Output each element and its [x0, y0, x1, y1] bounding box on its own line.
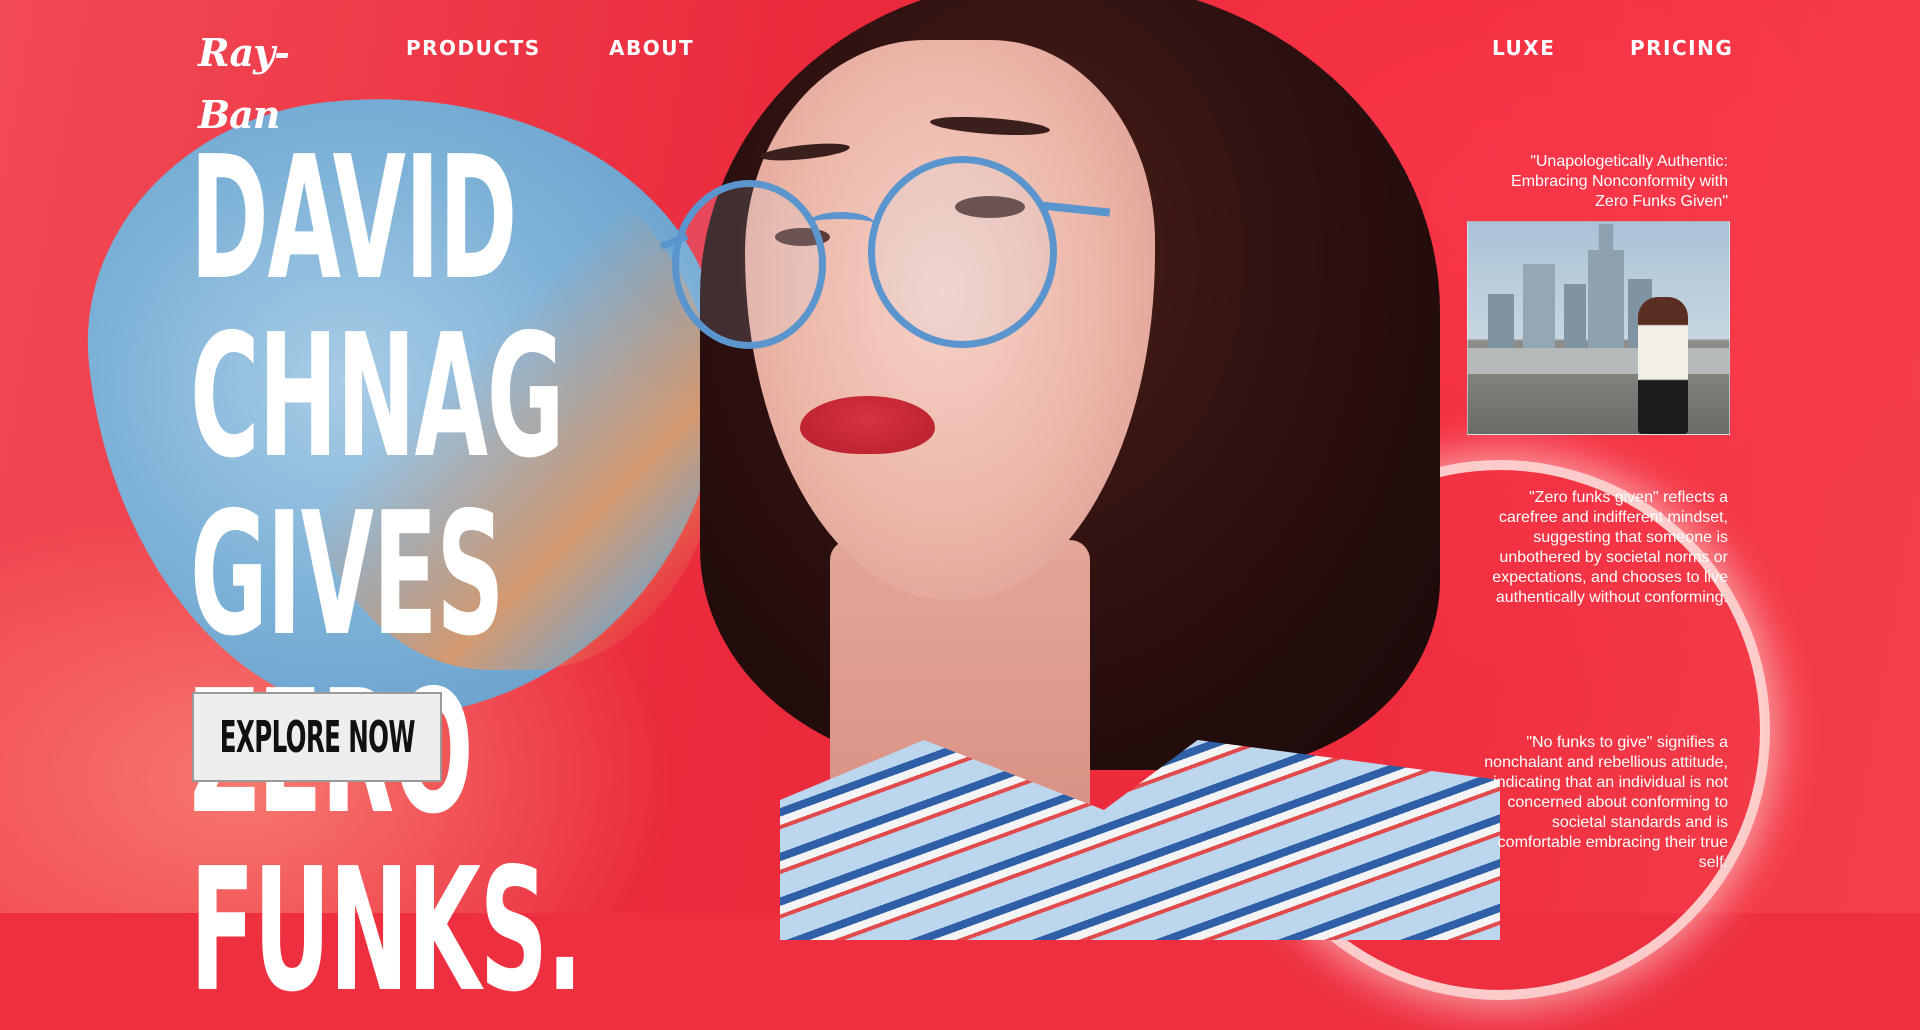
glasses-lens-left [672, 180, 826, 349]
side-paragraph-2: "No funks to give" signifies a nonchalan… [1484, 734, 1728, 871]
photo-person [1638, 297, 1688, 434]
side-quote: "Unapologetically Authentic: Embracing N… [1511, 153, 1728, 210]
explore-now-label: EXPLORE NOW [219, 711, 415, 763]
glasses-lens-right [868, 156, 1057, 348]
city-rooftop-photo [1467, 221, 1730, 435]
nav-link-pricing[interactable]: PRICING [1630, 36, 1733, 60]
building [1523, 264, 1555, 354]
model-striped-shirt [780, 740, 1500, 940]
rooftop-railing [1468, 348, 1729, 374]
nav-link-luxe[interactable]: LUXE [1492, 36, 1555, 60]
side-paragraph-1: "Zero funks given" reflects a carefree a… [1492, 489, 1728, 606]
model-lips [800, 396, 935, 454]
nav-link-products[interactable]: PRODUCTS [406, 36, 541, 60]
glasses-bridge [808, 212, 874, 235]
building [1488, 294, 1514, 354]
hero-title: DAVID CHNAG GIVES ZERO FUNKS. [190, 120, 583, 1030]
nav-link-about[interactable]: ABOUT [609, 36, 694, 60]
ray-ban-logo[interactable]: Ray-Ban [198, 22, 328, 137]
building-tower [1588, 224, 1624, 354]
building [1564, 284, 1586, 354]
explore-now-button[interactable]: EXPLORE NOW [192, 692, 442, 782]
